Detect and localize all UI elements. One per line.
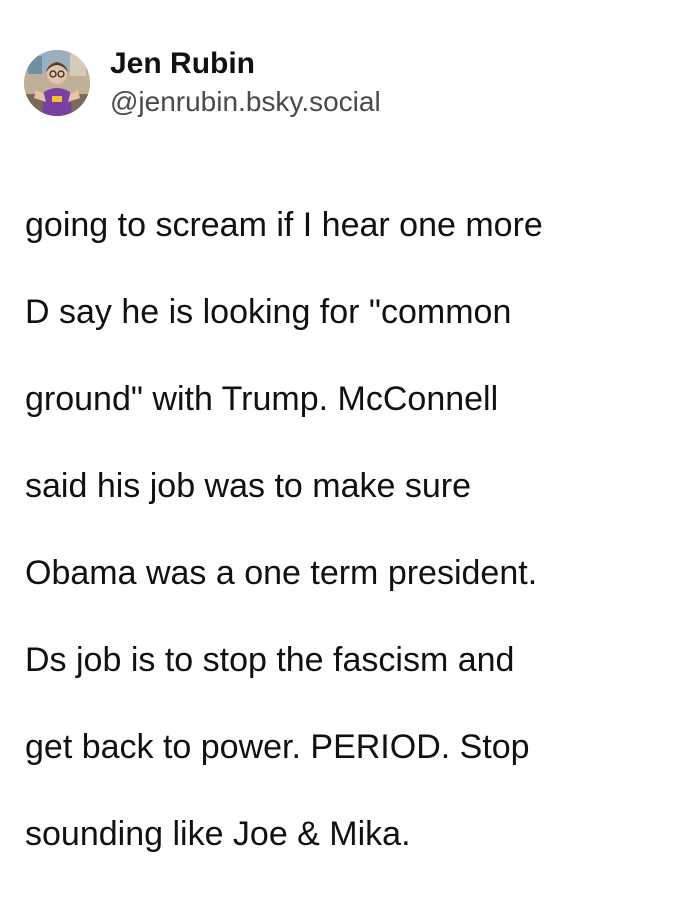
post-text-line: Ds job is to stop the fascism and (25, 640, 515, 679)
post-text: going to scream if I hear one more D say… (25, 160, 665, 900)
post-text-line: said his job was to make sure (25, 466, 471, 505)
avatar[interactable] (24, 50, 90, 116)
post-text-line: ground" with Trump. McConnell (25, 379, 499, 418)
post-text-line: Obama was a one term president. (25, 553, 538, 592)
author-block: Jen Rubin @jenrubin.bsky.social (110, 46, 381, 120)
post-text-line: D say he is looking for "common (25, 292, 512, 331)
post-text-line: get back to power. PERIOD. Stop (25, 727, 530, 766)
post-text-line: sounding like Joe & Mika. (25, 814, 411, 853)
author-display-name[interactable]: Jen Rubin (110, 46, 381, 82)
profile-photo-icon (24, 50, 90, 116)
post-card: Jen Rubin @jenrubin.bsky.social going to… (0, 0, 680, 853)
author-handle[interactable]: @jenrubin.bsky.social (110, 84, 381, 120)
post-text-line: going to scream if I hear one more (25, 205, 543, 244)
